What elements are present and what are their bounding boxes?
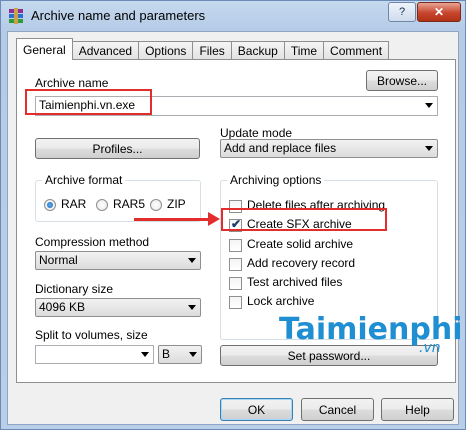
- tab-files[interactable]: Files: [192, 41, 232, 60]
- radio-zip[interactable]: [150, 199, 162, 211]
- chevron-down-icon: [188, 305, 196, 310]
- checkbox-recovery-record[interactable]: [229, 258, 242, 271]
- chevron-down-icon: [425, 103, 433, 108]
- annotation-box-archive-name: [25, 89, 152, 115]
- archive-format-title: Archive format: [42, 173, 126, 187]
- checkbox-recovery-record-label: Add recovery record: [247, 256, 356, 270]
- split-volumes-combobox[interactable]: [35, 345, 154, 364]
- radio-rar[interactable]: [44, 199, 56, 211]
- tab-general[interactable]: General: [16, 38, 73, 60]
- split-unit-select[interactable]: B: [158, 345, 202, 364]
- title-bar[interactable]: Archive name and parameters ? ✕: [1, 1, 467, 31]
- winrar-app-icon: [9, 8, 23, 24]
- tab-strip: General Advanced Options Files Backup Ti…: [16, 38, 390, 60]
- dictionary-size-label: Dictionary size: [35, 282, 114, 296]
- tab-comment[interactable]: Comment: [323, 41, 390, 60]
- split-volumes-label: Split to volumes, size: [35, 328, 148, 342]
- radio-rar5-label: RAR5: [113, 197, 146, 211]
- checkbox-lock-archive[interactable]: [229, 296, 242, 309]
- compression-method-select[interactable]: Normal: [35, 251, 201, 270]
- checkbox-create-solid[interactable]: [229, 239, 242, 252]
- compression-method-value: Normal: [39, 253, 78, 267]
- split-unit-value: B: [162, 347, 171, 361]
- compression-method-label: Compression method: [35, 235, 150, 249]
- browse-button[interactable]: Browse...: [366, 70, 438, 91]
- close-icon: ✕: [433, 5, 445, 19]
- dictionary-size-select[interactable]: 4096 KB: [35, 298, 201, 317]
- update-mode-label: Update mode: [220, 126, 293, 140]
- chevron-down-icon: [425, 146, 433, 151]
- tab-options[interactable]: Options: [138, 41, 194, 60]
- update-mode-select[interactable]: Add and replace files: [220, 139, 438, 158]
- tab-backup[interactable]: Backup: [230, 41, 285, 60]
- radio-rar5[interactable]: [96, 199, 108, 211]
- checkbox-lock-archive-label: Lock archive: [247, 294, 315, 308]
- watermark-suffix: .vn: [419, 340, 441, 356]
- tab-advanced[interactable]: Advanced: [71, 41, 140, 60]
- archive-name-label: Archive name: [35, 76, 109, 90]
- window-title: Archive name and parameters: [31, 8, 206, 23]
- ok-button[interactable]: OK: [220, 398, 293, 421]
- profiles-button[interactable]: Profiles...: [35, 138, 200, 159]
- help-button[interactable]: Help: [381, 398, 454, 421]
- radio-rar-label: RAR: [61, 197, 87, 211]
- chevron-down-icon: [141, 352, 149, 357]
- tab-time[interactable]: Time: [283, 41, 325, 60]
- update-mode-value: Add and replace files: [224, 141, 337, 155]
- set-password-button[interactable]: Set password...: [220, 345, 438, 366]
- checkbox-test-files-label: Test archived files: [247, 275, 343, 289]
- chevron-down-icon: [188, 258, 196, 263]
- checkbox-create-solid-label: Create solid archive: [247, 237, 354, 251]
- dictionary-size-value: 4096 KB: [39, 300, 86, 314]
- annotation-arrow-icon: [208, 212, 220, 226]
- help-icon: ?: [398, 6, 406, 18]
- archiving-options-title: Archiving options: [227, 173, 325, 187]
- title-help-button[interactable]: ?: [388, 2, 416, 22]
- radio-zip-label: ZIP: [167, 197, 186, 211]
- checkbox-test-files[interactable]: [229, 277, 242, 290]
- archive-format-group: Archive format RAR RAR5 ZIP: [35, 173, 201, 222]
- annotation-arrow-line: [134, 218, 210, 221]
- cancel-button[interactable]: Cancel: [301, 398, 374, 421]
- title-close-button[interactable]: ✕: [417, 2, 461, 22]
- annotation-box-create-sfx: [221, 208, 387, 231]
- chevron-down-icon: [189, 352, 197, 357]
